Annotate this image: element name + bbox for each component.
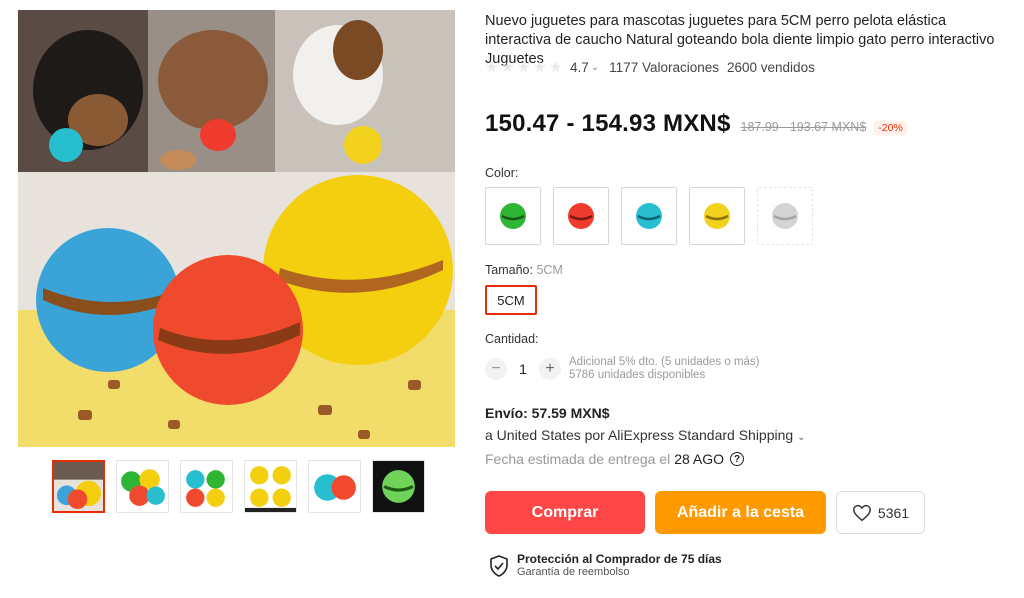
color-label: Color: xyxy=(485,166,519,180)
quantity-note: Adicional 5% dto. (5 unidades o más) 578… xyxy=(569,356,760,382)
buyer-protection[interactable]: Protección al Comprador de 75 días Garan… xyxy=(489,553,722,579)
protection-subtitle: Garantía de reembolso xyxy=(517,566,630,578)
thumbnail-6[interactable] xyxy=(372,460,425,513)
color-option-gray[interactable] xyxy=(757,187,813,245)
delivery-date: 28 AGO xyxy=(674,451,725,467)
size-label-text: Tamaño: xyxy=(485,263,533,277)
available-units: 5786 unidades disponibles xyxy=(569,369,706,381)
size-selected-value: 5CM xyxy=(536,263,563,277)
size-label: Tamaño: 5CM xyxy=(485,263,563,277)
discount-badge: -20% xyxy=(874,121,907,135)
size-option-5cm[interactable]: 5CM xyxy=(485,285,537,315)
protection-title: Protección al Comprador de 75 días xyxy=(517,552,722,566)
reviews-count[interactable]: 1177 Valoraciones xyxy=(609,60,719,75)
original-price: 187.99 - 193.67 MXN$ xyxy=(740,120,867,134)
add-to-cart-button[interactable]: Añadir a la cesta xyxy=(655,491,826,534)
rating-value[interactable]: 4.7 xyxy=(570,60,589,75)
quantity-value[interactable]: 1 xyxy=(507,361,539,377)
color-option-yellow[interactable] xyxy=(689,187,745,245)
bulk-discount-note: Adicional 5% dto. (5 unidades o más) xyxy=(569,356,760,368)
color-option-blue[interactable] xyxy=(621,187,677,245)
current-price: 150.47 - 154.93 MXN$ xyxy=(485,110,731,137)
buy-now-button[interactable]: Comprar xyxy=(485,491,645,534)
sold-count: 2600 vendidos xyxy=(727,60,815,75)
wishlist-button[interactable]: 5361 xyxy=(836,491,925,534)
increase-quantity-button[interactable]: + xyxy=(539,358,561,380)
thumbnail-5[interactable] xyxy=(308,460,361,513)
protection-text: Protección al Comprador de 75 días Garan… xyxy=(517,553,722,579)
thumbnail-1[interactable] xyxy=(52,460,105,513)
color-option-green[interactable] xyxy=(485,187,541,245)
star-icon: ★ xyxy=(501,59,515,76)
star-icon: ★ xyxy=(517,59,531,76)
wishlist-count: 5361 xyxy=(877,504,910,521)
main-product-image[interactable] xyxy=(18,10,455,447)
rating-row: ★ ★ ★ ★ ★ 4.7 ⌄ 1177 Valoraciones 2600 v… xyxy=(485,60,815,75)
help-icon[interactable]: ? xyxy=(730,452,745,466)
shipping-method-text: a United States por AliExpress Standard … xyxy=(485,427,794,443)
thumbnail-4[interactable] xyxy=(244,460,297,513)
shield-check-icon xyxy=(490,555,508,577)
rating-stars[interactable]: ★ ★ ★ ★ ★ xyxy=(485,60,564,75)
delivery-label: Fecha estimada de entrega el xyxy=(485,451,671,467)
quantity-stepper: − 1 + Adicional 5% dto. (5 unidades o má… xyxy=(485,356,760,382)
thumbnail-3[interactable] xyxy=(180,460,233,513)
star-icon: ★ xyxy=(549,59,563,76)
star-icon: ★ xyxy=(533,59,547,76)
heart-icon xyxy=(853,504,871,521)
color-options xyxy=(485,187,813,245)
shipping-cost: Envío: 57.59 MXN$ xyxy=(485,405,610,421)
delivery-estimate: Fecha estimada de entrega el 28 AGO ? xyxy=(485,451,745,467)
color-option-red[interactable] xyxy=(553,187,609,245)
decrease-quantity-button[interactable]: − xyxy=(485,358,507,380)
price-row: 150.47 - 154.93 MXN$ 187.99 - 193.67 MXN… xyxy=(485,110,907,138)
thumbnail-strip xyxy=(52,460,425,513)
chevron-down-icon: ⌄ xyxy=(797,432,806,443)
chevron-down-icon[interactable]: ⌄ xyxy=(591,62,599,73)
shipping-method[interactable]: a United States por AliExpress Standard … xyxy=(485,427,805,443)
star-icon: ★ xyxy=(485,59,499,76)
quantity-label: Cantidad: xyxy=(485,332,539,346)
thumbnail-2[interactable] xyxy=(116,460,169,513)
